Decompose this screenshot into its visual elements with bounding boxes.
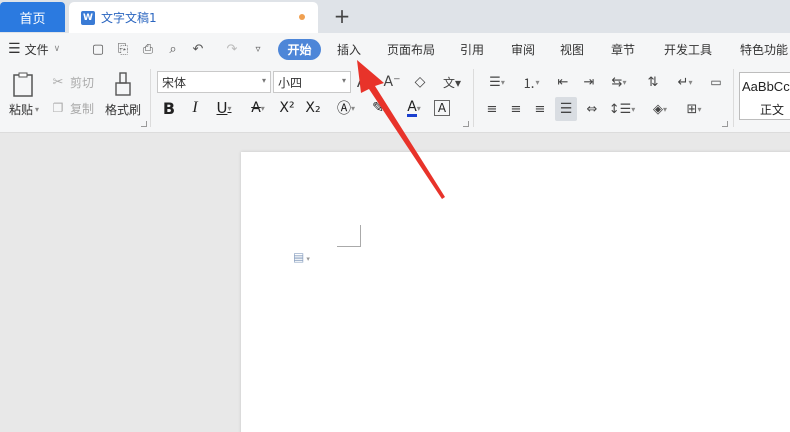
numbered-list-icon[interactable]: ⒈ ▾ <box>517 73 545 92</box>
ribbon-separator <box>473 69 474 127</box>
tab-developer[interactable]: 开发工具 <box>664 33 712 65</box>
paste-label: 粘贴 <box>8 102 33 117</box>
bullet-list-icon[interactable]: ☰ ▾ <box>483 73 511 91</box>
clipboard-icon[interactable] <box>10 70 36 100</box>
font-group-expand-icon[interactable] <box>463 121 469 127</box>
writer-doc-icon: W <box>81 10 95 25</box>
tab-document[interactable]: W 文字文稿1 <box>69 2 318 33</box>
subscript-icon[interactable]: X₂ <box>302 98 324 118</box>
shading-icon[interactable]: ◈ ▾ <box>645 99 675 119</box>
ribbon-separator <box>150 69 151 127</box>
print-preview-icon[interactable]: ⌕ <box>165 41 181 57</box>
style-name: 正文 <box>760 103 785 117</box>
tab-start[interactable]: 开始 <box>278 39 321 60</box>
ribbon-separator <box>733 69 734 127</box>
font-color-icon[interactable]: A ▾ <box>400 98 428 118</box>
underline-icon[interactable]: U ▾ <box>210 98 238 118</box>
superscript-icon[interactable]: X² <box>276 98 298 118</box>
format-painter-button[interactable]: 格式刷 <box>103 101 143 117</box>
tab-references[interactable]: 引用 <box>460 33 484 65</box>
print-icon[interactable]: ⎙ <box>140 41 156 57</box>
menu-bar: ☰ 文件 ∨ ▢ ⎘ ⎙ ⌕ ↶ ↷ ▿ 开始 插入 页面布局 引用 审阅 视图… <box>0 33 790 65</box>
text-direction-icon[interactable]: ⇆ ▾ <box>605 73 633 91</box>
redo-icon[interactable]: ↷ <box>224 41 240 57</box>
paragraph-group-expand-icon[interactable] <box>722 121 728 127</box>
tab-page-layout[interactable]: 页面布局 <box>387 33 435 65</box>
align-center-icon[interactable]: ≡ <box>507 99 525 119</box>
ruler-icon[interactable]: ▭ <box>705 73 727 91</box>
file-menu[interactable]: ☰ 文件 ∨ <box>8 33 60 65</box>
style-normal[interactable]: AaBbCcDd 正文 <box>739 72 790 120</box>
font-size-value: 小四 <box>278 75 303 90</box>
copy-button[interactable]: 复制 <box>70 100 98 116</box>
copy-icon: ❐ <box>52 101 64 115</box>
paste-button[interactable]: 粘贴 ▾ <box>7 101 41 117</box>
style-sample: AaBbCcDd <box>742 79 790 94</box>
font-size-select[interactable]: 小四 ▾ <box>273 71 351 93</box>
new-tab-button[interactable]: + <box>330 4 354 28</box>
justify-icon[interactable]: ☰ <box>555 97 577 121</box>
increase-indent-icon[interactable]: ⇥ <box>579 73 599 91</box>
file-menu-label: 文件 <box>24 42 49 57</box>
export-icon[interactable]: ⎘ <box>115 41 131 57</box>
paragraph-mark-icon[interactable]: ↵ ▾ <box>671 73 699 91</box>
shrink-font-icon[interactable]: A⁻ <box>382 73 402 91</box>
borders-icon[interactable]: ⊞ ▾ <box>679 99 709 119</box>
ribbon: 粘贴 ▾ ✂ 剪切 ❐ 复制 格式刷 宋体 ▾ 小四 ▾ A⁺ A⁻ ◇ 文▾ B… <box>0 65 790 133</box>
font-name-select[interactable]: 宋体 ▾ <box>157 71 271 93</box>
tab-chapter[interactable]: 章节 <box>611 33 635 65</box>
align-left-icon[interactable]: ≡ <box>483 99 501 119</box>
tab-review[interactable]: 审阅 <box>511 33 535 65</box>
hamburger-icon: ☰ <box>8 41 21 57</box>
chevron-down-icon: ▾ <box>341 76 346 85</box>
save-icon[interactable]: ▢ <box>90 41 106 57</box>
distribute-icon[interactable]: ⇔ <box>582 99 602 119</box>
strikethrough-icon[interactable]: A ▾ <box>244 98 272 118</box>
text-effect-icon[interactable]: Ⓐ ▾ <box>332 98 360 118</box>
scissors-icon: ✂ <box>52 74 64 90</box>
undo-icon[interactable]: ↶ <box>190 41 206 57</box>
sort-icon[interactable]: ⇅ <box>643 73 663 91</box>
customize-toolbar-icon[interactable]: ▿ <box>250 41 266 57</box>
character-border-icon[interactable]: A <box>434 100 450 116</box>
unsaved-dot-icon <box>299 14 305 20</box>
paragraph-layout-icon[interactable]: ▤ ▾ <box>293 250 310 264</box>
format-painter-icon[interactable] <box>111 70 135 98</box>
highlight-icon[interactable]: ✎ ▾ <box>366 98 394 118</box>
text-margin-marker <box>337 225 361 247</box>
clear-format-icon[interactable]: ◇ <box>410 73 430 91</box>
document-tab-title: 文字文稿1 <box>101 11 157 25</box>
tab-features[interactable]: 特色功能 <box>740 33 788 65</box>
decrease-indent-icon[interactable]: ⇤ <box>553 73 573 91</box>
cut-button[interactable]: 剪切 <box>70 74 98 90</box>
document-page[interactable] <box>241 152 790 432</box>
align-right-icon[interactable]: ≡ <box>531 99 549 119</box>
clipboard-group-expand-icon[interactable] <box>141 121 147 127</box>
tab-home[interactable]: 首页 <box>0 2 65 32</box>
tab-bar: 首页 W 文字文稿1 + <box>0 0 790 33</box>
grow-font-icon[interactable]: A⁺ <box>356 73 376 91</box>
chevron-down-icon: ∨ <box>53 44 61 54</box>
tab-insert[interactable]: 插入 <box>337 33 361 65</box>
font-name-value: 宋体 <box>162 75 187 90</box>
chevron-down-icon: ▾ <box>261 76 266 85</box>
bold-icon[interactable]: B <box>160 98 178 118</box>
tab-view[interactable]: 视图 <box>560 33 584 65</box>
italic-icon[interactable]: I <box>186 98 204 118</box>
line-spacing-icon[interactable]: ↕☰ ▾ <box>607 99 637 119</box>
phonetic-guide-icon[interactable]: 文▾ <box>438 73 466 91</box>
